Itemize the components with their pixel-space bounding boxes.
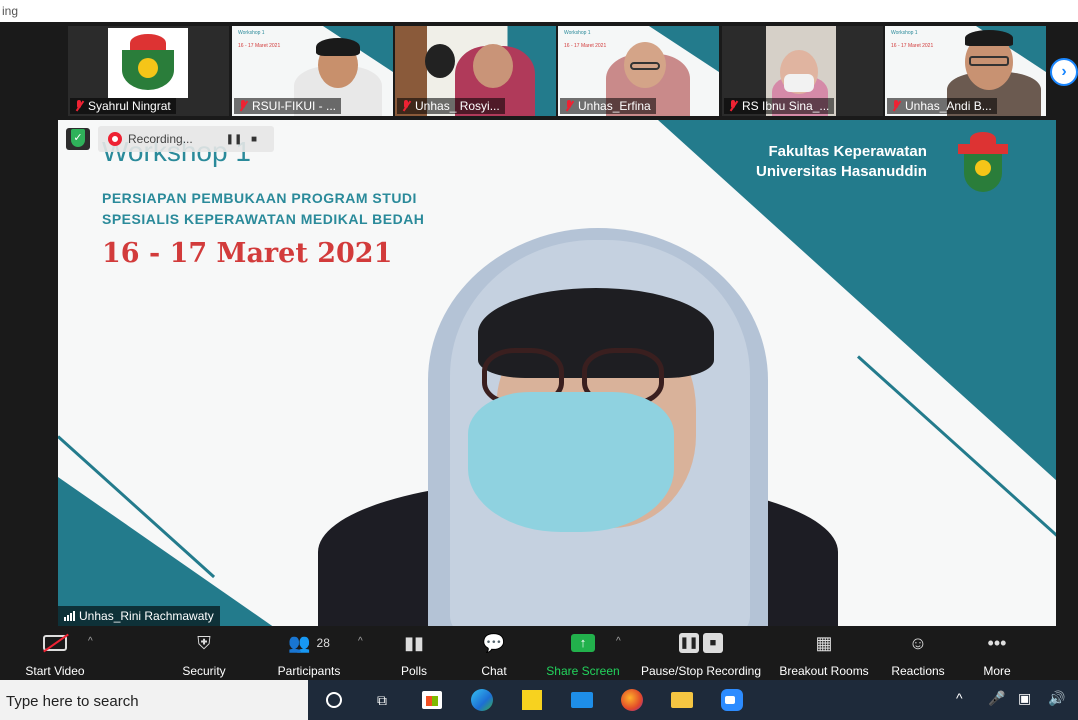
- cortana-circle-icon[interactable]: [322, 688, 346, 712]
- pause-recording-icon[interactable]: ❚❚: [224, 134, 244, 145]
- participants-caret-icon[interactable]: ^: [358, 636, 363, 647]
- stop-icon: ■: [703, 633, 723, 653]
- share-options-caret-icon[interactable]: ^: [616, 636, 621, 647]
- participant-tile[interactable]: RS Ibnu Sina_...: [722, 26, 883, 116]
- breakout-rooms-button[interactable]: ▦ Breakout Rooms: [776, 630, 872, 679]
- participant-name-tag: Unhas_Andi B...: [887, 98, 997, 114]
- slide-subtitle: PERSIAPAN PEMBUKAAN PROGRAM STUDI SPESIA…: [102, 190, 425, 227]
- participant-tile[interactable]: Unhas_ Rosyi...: [395, 26, 556, 116]
- file-explorer-icon[interactable]: [670, 688, 694, 712]
- window-title: ing: [2, 4, 19, 18]
- participant-tile[interactable]: Workshop 1 16 - 17 Maret 2021 RSUI-FIKUI …: [232, 26, 393, 116]
- start-video-button[interactable]: Start Video: [20, 630, 90, 678]
- mic-muted-icon: [74, 100, 84, 112]
- tray-overflow-chevron-icon[interactable]: ^: [956, 690, 963, 706]
- task-view-icon[interactable]: ⧉: [370, 688, 394, 712]
- mic-muted-icon: [728, 100, 738, 112]
- active-speaker-video: Workshop 1 PERSIAPAN PEMBUKAAN PROGRAM S…: [58, 120, 1056, 626]
- pause-icon: ❚❚: [679, 633, 699, 653]
- mic-muted-icon: [564, 100, 574, 112]
- active-speaker-name-tag: Unhas_Rini Rachmawaty: [58, 606, 220, 626]
- window-titlebar: ing: [0, 0, 1078, 22]
- chat-icon: 💬: [482, 632, 506, 653]
- meeting-toolbar: Start Video ^ ⛨ Security 👥 28 Participant…: [0, 626, 1078, 680]
- polls-icon: ▮▮: [404, 632, 424, 653]
- more-dots-icon: •••: [987, 632, 1007, 653]
- recording-indicator: Recording... ❚❚ ■: [98, 126, 274, 152]
- volume-icon[interactable]: 🔊: [1048, 690, 1065, 707]
- participant-name-tag: RSUI-FIKUI - ...: [234, 98, 341, 114]
- video-options-caret-icon[interactable]: ^: [88, 636, 93, 647]
- shield-icon: ⛨: [197, 632, 211, 653]
- participants-icon: 👥: [288, 632, 311, 653]
- sticky-notes-icon[interactable]: [520, 688, 544, 712]
- mail-icon[interactable]: [570, 688, 594, 712]
- participant-name-tag: Unhas_ Rosyi...: [397, 98, 505, 114]
- breakout-rooms-icon: ▦: [815, 632, 833, 653]
- university-logo: [108, 28, 188, 98]
- microphone-tray-icon[interactable]: 🎤: [988, 690, 1005, 707]
- participant-name-tag: RS Ibnu Sina_...: [724, 98, 835, 114]
- reactions-icon: ☺: [908, 632, 928, 653]
- faculty-name: Fakultas Keperawatan Universitas Hasanud…: [756, 143, 927, 180]
- chat-button[interactable]: 💬 Chat: [470, 630, 518, 679]
- more-button[interactable]: ••• More: [976, 630, 1018, 679]
- participant-name-tag: Unhas_Erfina: [560, 98, 656, 114]
- zoom-window: ing Syahrul Ningrat Workshop 1 16 - 17 Ma…: [0, 0, 1078, 720]
- participants-button[interactable]: 👥 28 Participants: [274, 630, 344, 679]
- university-logo: [956, 132, 1010, 194]
- participant-strip: Syahrul Ningrat Workshop 1 16 - 17 Maret …: [0, 22, 1078, 120]
- participant-name-tag: Syahrul Ningrat: [70, 98, 176, 114]
- participant-tile[interactable]: Workshop 1 16 - 17 Maret 2021 Unhas_Erfin…: [558, 26, 719, 116]
- firefox-icon[interactable]: [620, 688, 644, 712]
- mic-muted-icon: [401, 100, 411, 112]
- stop-recording-icon[interactable]: ■: [244, 134, 264, 145]
- slide-date: 16 - 17 Maret 2021: [102, 238, 393, 269]
- slide-decoration: [58, 477, 278, 626]
- reactions-button[interactable]: ☺ Reactions: [888, 630, 948, 679]
- share-screen-button[interactable]: ↑ Share Screen: [544, 630, 622, 678]
- edge-browser-icon[interactable]: [470, 688, 494, 712]
- next-page-arrow-icon[interactable]: ›: [1050, 58, 1078, 86]
- windows-taskbar: Type here to search ⧉ ^ 🎤 ▣ 🔊: [0, 680, 1078, 720]
- signal-strength-icon: [64, 611, 75, 621]
- participant-tile[interactable]: Syahrul Ningrat: [68, 26, 229, 116]
- zoom-app-icon[interactable]: [720, 688, 744, 712]
- polls-button[interactable]: ▮▮ Polls: [390, 630, 438, 679]
- share-screen-icon: ↑: [571, 634, 595, 652]
- video-off-icon: [20, 630, 90, 656]
- participants-count: 28: [316, 636, 330, 650]
- store-icon[interactable]: [420, 688, 444, 712]
- face-mask: [468, 392, 674, 532]
- camera-tray-icon[interactable]: ▣: [1018, 690, 1031, 707]
- mic-muted-icon: [238, 100, 248, 112]
- taskbar-search-box[interactable]: Type here to search: [0, 680, 308, 720]
- pause-stop-recording-button[interactable]: ❚❚ ■ Pause/Stop Recording: [638, 630, 764, 678]
- record-dot-icon: [108, 132, 122, 146]
- mic-muted-icon: [891, 100, 901, 112]
- security-button[interactable]: ⛨ Security: [174, 630, 234, 679]
- participant-tile[interactable]: Workshop 1 16 - 17 Maret 2021 Unhas_Andi …: [885, 26, 1046, 116]
- encryption-shield-icon[interactable]: [66, 128, 90, 150]
